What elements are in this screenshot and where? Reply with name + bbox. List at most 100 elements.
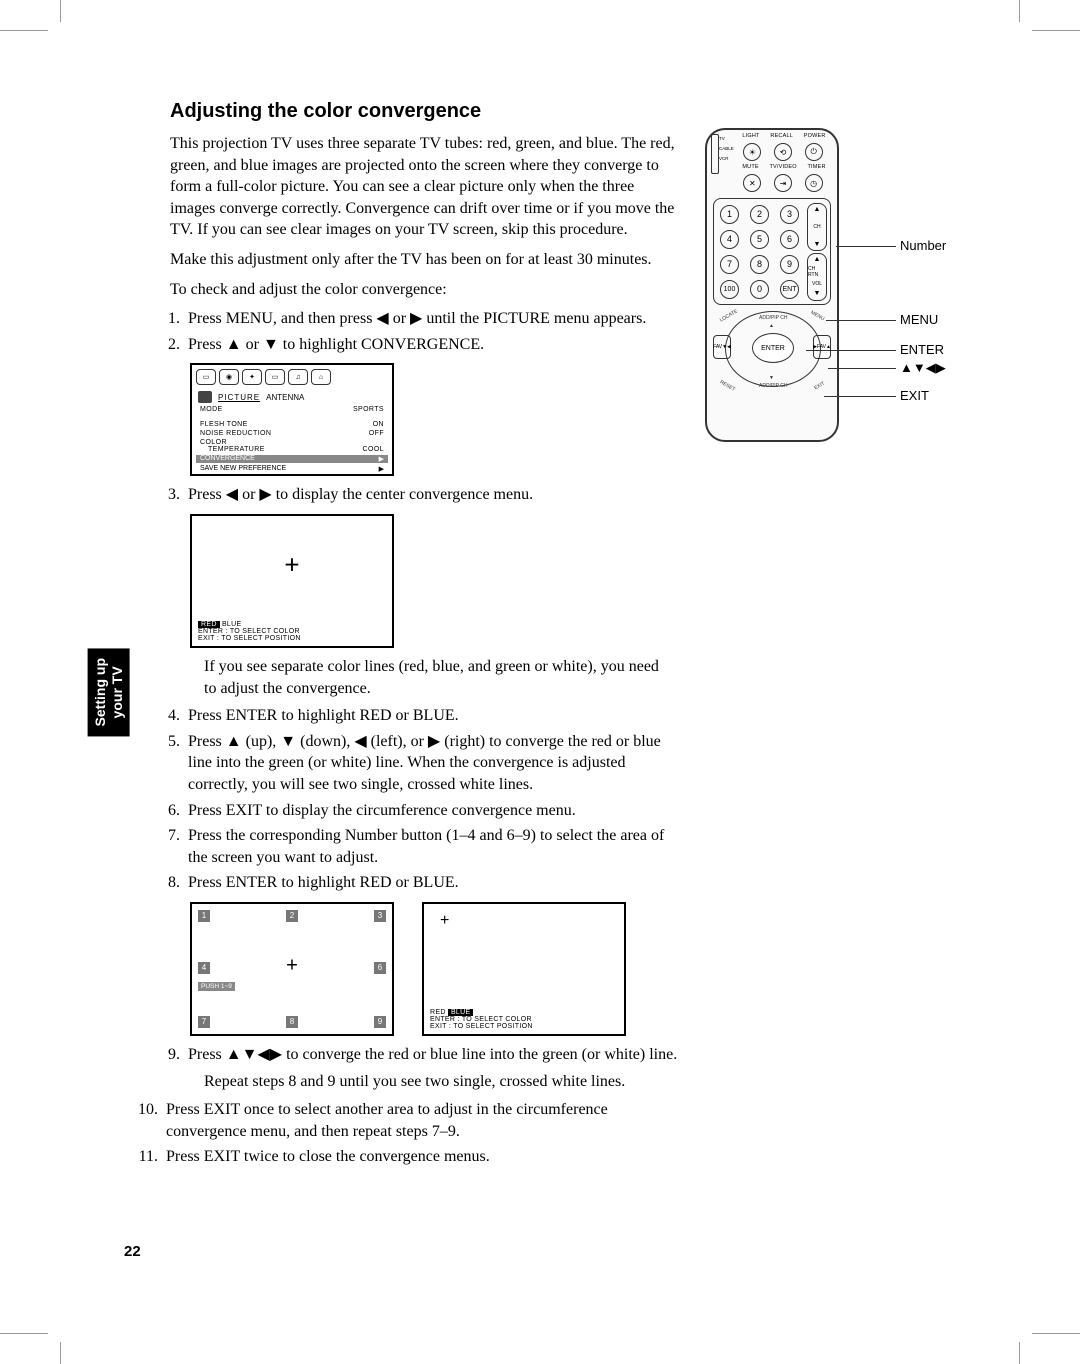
osd-label: CONVERGENCE <box>200 455 255 463</box>
step-2: Press ▲ or ▼ to highlight CONVERGENCE. <box>184 334 684 356</box>
callout-exit: EXIT <box>900 388 929 403</box>
osd-label: TEMPERATURE <box>200 446 265 453</box>
grid-cell: 1 <box>198 910 210 922</box>
steps-list: Press MENU, and then press ◀ or ▶ until … <box>184 308 684 355</box>
step-4: Press ENTER to highlight RED or BLUE. <box>184 705 684 727</box>
callout-enter: ENTER <box>900 342 944 357</box>
push-label: PUSH 1~9 <box>198 982 235 991</box>
volume-rocker: ▲ CH RTN VOL ▼ <box>807 253 827 301</box>
btn-label: TV/VIDEO <box>769 164 796 170</box>
rocker-label: CH RTN <box>808 266 826 278</box>
right-triangle-icon: ▶ <box>379 465 384 473</box>
num-button: 6 <box>780 230 799 249</box>
fav-down-button: FAV▼◀ <box>713 335 731 359</box>
grid-cell: 7 <box>198 1016 210 1028</box>
btn-label: MUTE <box>742 164 758 170</box>
rocker-label: VOL <box>812 281 822 287</box>
grid-cell: 4 <box>198 962 210 974</box>
slider-label: VCR <box>719 156 729 161</box>
step-5: Press ▲ (up), ▼ (down), ◀ (left), or ▶ (… <box>184 731 684 796</box>
tab-line2: your TV <box>109 658 126 726</box>
menu-icon: ✦ <box>242 369 262 385</box>
steps-list: Press EXIT once to select another area t… <box>162 1099 662 1168</box>
step-10: Press EXIT once to select another area t… <box>162 1099 662 1142</box>
crop-mark <box>0 1333 48 1334</box>
crosshair-icon: + <box>440 912 449 930</box>
grid-cell: 3 <box>374 910 386 922</box>
step-1: Press MENU, and then press ◀ or ▶ until … <box>184 308 684 330</box>
crop-mark <box>1019 1342 1020 1364</box>
osd-footer: RED BLUE ENTER : TO SELECT COLOR EXIT : … <box>430 1009 533 1030</box>
ring-label: ADD/PIP CH <box>759 383 788 389</box>
menu-icon: ♫ <box>288 369 308 385</box>
menu-icon: ⌂ <box>311 369 331 385</box>
osd-label: MODE <box>200 406 223 413</box>
osd-row: FLESH TONE ON <box>192 420 392 429</box>
ring-label: MENU <box>810 310 826 323</box>
osd-label: SAVE NEW PREFERENCE <box>200 465 286 473</box>
recall-button: ⟲ <box>774 143 792 161</box>
osd-row: NOISE REDUCTION OFF <box>192 429 392 438</box>
osd-center-convergence: + RED BLUE ENTER : TO SELECT COLOR EXIT … <box>190 514 394 648</box>
up-triangle-icon: ▲ <box>814 206 821 213</box>
osd-row: MODE SPORTS <box>192 405 392 414</box>
osd-value: COOL <box>363 446 384 453</box>
step-9: Press ▲▼◀▶ to converge the red or blue l… <box>184 1044 684 1066</box>
callout-arrows: ▲▼◀▶ <box>900 360 946 376</box>
mute-button: ✕ <box>743 174 761 192</box>
step-7: Press the corresponding Number button (1… <box>184 825 684 868</box>
osd-label: NOISE REDUCTION <box>200 430 271 437</box>
remote-diagram: TV CABLE VCR LIGHT RECALL POWER ☀ ⟲ ⏻ MU… <box>700 128 1000 468</box>
fav-label: FAV▼ <box>713 344 727 350</box>
mode-slider <box>711 134 719 174</box>
light-button: ☀ <box>743 143 761 161</box>
ring-label: ADD/PIP CH <box>759 315 788 321</box>
nav-ring: ENTER FAV▼◀ ▶FAV▲ ADD/PIP CH ADD/PIP CH … <box>717 311 827 391</box>
crop-mark <box>1032 1333 1080 1334</box>
tab-line1: Setting up <box>92 658 109 726</box>
osd-value: SPORTS <box>353 406 384 413</box>
steps-list: Press ▲▼◀▶ to converge the red or blue l… <box>184 1044 684 1066</box>
osd-footer-line: EXIT : TO SELECT POSITION <box>198 635 301 642</box>
crop-mark <box>1019 0 1020 22</box>
grid-cell: 2 <box>286 910 298 922</box>
step-6: Press EXIT to display the circumference … <box>184 800 684 822</box>
num-button: 0 <box>750 280 769 299</box>
grid-cell: 8 <box>286 1016 298 1028</box>
osd-label: COLOR <box>200 439 227 446</box>
step-9-note: Repeat steps 8 and 9 until you see two s… <box>204 1071 674 1093</box>
fav-up-button: ▶FAV▲ <box>813 335 831 359</box>
timer-button: ◷ <box>805 174 823 192</box>
red-label-box: RED <box>198 621 220 628</box>
osd-row: TEMPERATURE COOL <box>192 445 392 454</box>
osd-footer-line: EXIT : TO SELECT POSITION <box>430 1023 533 1030</box>
callout-menu: MENU <box>900 312 938 327</box>
steps-list: Press ENTER to highlight RED or BLUE. Pr… <box>184 705 684 894</box>
section-tab: Setting up your TV <box>88 648 130 736</box>
blue-label: BLUE <box>222 621 242 628</box>
menu-icon: ▭ <box>265 369 285 385</box>
osd-area-convergence: + RED BLUE ENTER : TO SELECT COLOR EXIT … <box>422 902 626 1036</box>
osd-highlighted-row: CONVERGENCE ▶ <box>196 455 388 463</box>
osd-value: ON <box>373 421 384 428</box>
osd-row: SAVE NEW PREFERENCE ▶ <box>192 464 392 474</box>
up-triangle-icon: ▲ <box>814 256 821 263</box>
down-triangle-icon: ▼ <box>814 290 821 297</box>
num-button: 1 <box>720 205 739 224</box>
steps-list: Press ◀ or ▶ to display the center conve… <box>184 484 684 506</box>
ring-label: LOCATE <box>719 308 739 323</box>
down-triangle-icon: ▼ <box>769 375 774 381</box>
crosshair-icon: + <box>286 955 298 978</box>
remote-body: TV CABLE VCR LIGHT RECALL POWER ☀ ⟲ ⏻ MU… <box>705 128 839 442</box>
num-button: 3 <box>780 205 799 224</box>
power-button: ⏻ <box>805 143 823 161</box>
step-3-note: If you see separate color lines (red, bl… <box>204 656 674 699</box>
step-11: Press EXIT twice to close the convergenc… <box>162 1146 662 1168</box>
section-heading: Adjusting the color convergence <box>170 100 990 123</box>
btn-label: POWER <box>804 133 826 139</box>
button-row: ✕ ⇥ ◷ <box>737 174 829 192</box>
osd-footer: RED BLUE ENTER : TO SELECT COLOR EXIT : … <box>198 621 301 642</box>
btn-label: TIMER <box>808 164 826 170</box>
ring-label: RESET <box>719 379 736 393</box>
num-button: 9 <box>780 255 799 274</box>
